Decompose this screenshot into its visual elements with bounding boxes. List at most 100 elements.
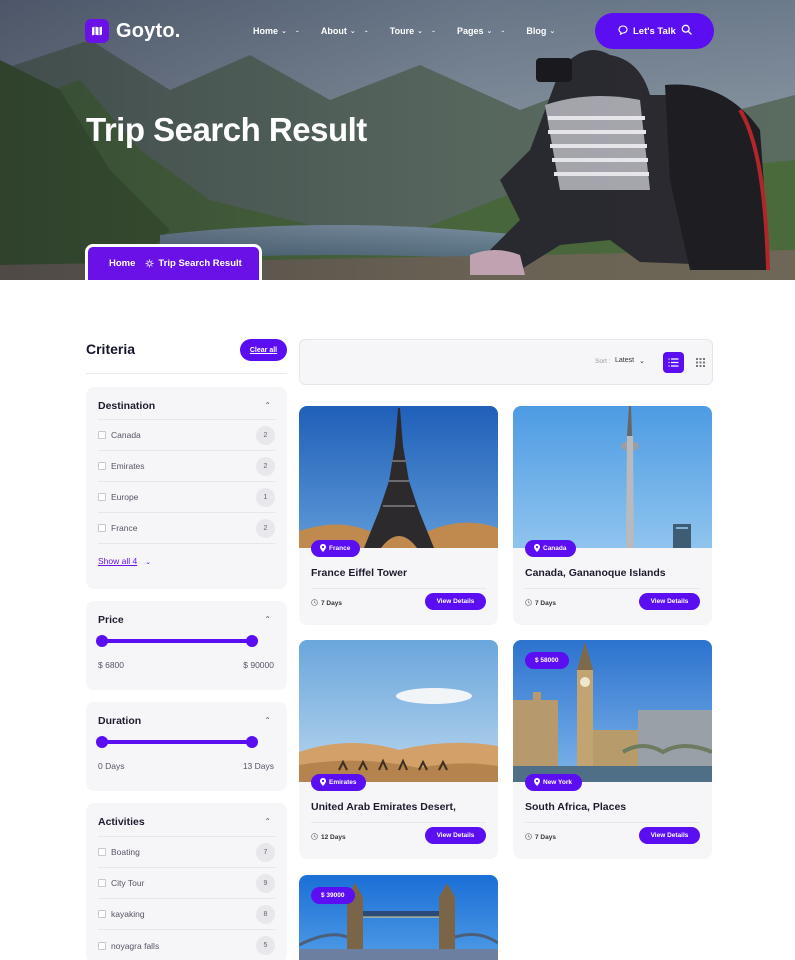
trip-title[interactable]: United Arab Emirates Desert, [311,801,456,813]
location-badge: Emirates [311,774,367,791]
breadcrumb-current: Trip Search Result [158,258,242,269]
clock-icon [525,833,532,842]
checkbox[interactable] [98,493,106,501]
nav-label: Toure [389,26,415,36]
option-label: Canada [111,430,141,440]
nav-home[interactable]: Home ⌄ - [253,26,299,36]
view-details-button[interactable]: View Details [425,827,486,844]
trip-card[interactable]: Canada Canada, Gananoque Islands 7 Days … [513,406,712,625]
checkbox[interactable] [98,524,106,532]
location-label: France [329,545,351,552]
map-icon [85,19,109,43]
duration-slider[interactable] [96,736,258,748]
chevron-up-icon[interactable]: ⌃ [264,401,271,410]
slider-handle-min[interactable] [96,736,108,748]
nav-toure[interactable]: Toure ⌄ - [390,26,435,36]
destination-filter: Destination ⌃ Canada 2 Emirates 2 Europe… [86,387,287,589]
grid-view-button[interactable] [693,355,707,369]
sort-label: Sort : [595,358,611,365]
chevron-down-icon: ⌄ [281,28,287,35]
option-count: 2 [256,518,275,538]
lets-talk-button[interactable]: Let's Talk [595,13,714,49]
chevron-up-icon[interactable]: ⌃ [264,716,271,725]
duration-max: 13 Days [242,761,274,771]
brand-logo[interactable]: Goyto. [85,19,181,43]
chevron-up-icon[interactable]: ⌃ [264,817,271,826]
checkbox[interactable] [98,941,106,950]
destination-option[interactable]: Europe 1 [98,482,275,513]
nav-label: Home [253,26,279,36]
nav-label: Pages [456,26,484,36]
trip-photo-cn-tower [513,406,712,548]
activity-option[interactable]: Boating 7 [98,837,275,868]
chevron-down-icon: ⌄ [145,559,152,566]
trip-title[interactable]: Canada, Gananoque Islands [525,567,666,579]
list-icon [668,358,679,367]
checkbox[interactable] [98,462,106,470]
trip-duration: 12 Days [311,833,346,842]
view-details-button[interactable]: View Details [639,593,700,610]
checkbox[interactable] [98,879,106,887]
chevron-down-icon: ⌄ [486,28,493,35]
nav-blog[interactable]: Blog ⌄ [526,26,555,36]
slider-handle-min[interactable] [96,635,108,647]
activity-option[interactable]: City Tour 9 [98,868,275,899]
destination-option[interactable]: Canada 2 [98,420,275,451]
trip-card[interactable]: $ 58000 New York South Africa, Places 7 … [513,640,712,859]
view-details-button[interactable]: View Details [425,593,486,610]
activity-option[interactable]: kayaking 8 [98,899,275,930]
breadcrumb-home[interactable]: Home [109,258,135,269]
clock-icon [311,599,318,608]
duration-label: 7 Days [535,834,556,841]
duration-label: 7 Days [321,600,342,607]
chevron-up-icon[interactable]: ⌃ [264,615,271,624]
option-label: Emirates [111,461,145,471]
slider-handle-max[interactable] [246,635,258,647]
price-badge: $ 58000 [525,652,569,669]
chevron-down-icon[interactable]: ⌄ [639,357,645,365]
sort-select[interactable]: Latest [615,357,634,364]
option-count: 2 [256,456,275,476]
trip-title[interactable]: France Eiffel Tower [311,567,407,579]
trip-duration: 7 Days [525,599,556,608]
divider [525,822,700,823]
checkbox[interactable] [98,431,106,439]
trip-duration: 7 Days [311,599,342,608]
grid-icon [695,357,705,367]
trip-title[interactable]: South Africa, Places [525,801,626,813]
show-all-link[interactable]: Show all 4 ⌄ [98,556,151,566]
nav-about[interactable]: About ⌄ - [321,26,368,36]
duration-label: 7 Days [535,600,556,607]
price-slider[interactable] [96,635,258,647]
view-details-button[interactable]: View Details [639,827,700,844]
location-badge: New York [525,774,583,791]
divider [86,373,287,374]
slider-handle-max[interactable] [246,736,258,748]
option-count: 1 [256,487,275,507]
price-badge: $ 39000 [311,887,355,904]
trip-card[interactable]: Emirates United Arab Emirates Desert, 12… [299,640,498,859]
filter-title: Duration [98,715,142,727]
location-badge: France [311,540,361,557]
clear-all-button[interactable]: Clear all [240,339,287,361]
trip-card[interactable]: $ 39000 [299,875,498,960]
map-pin-icon [320,777,326,788]
price-max: $ 90000 [243,660,274,670]
option-count: 8 [256,904,275,924]
destination-option[interactable]: France 2 [98,513,275,544]
price-filter: Price ⌃ $ 6800 $ 90000 [86,601,287,690]
activity-option[interactable]: noyagra falls 5 [98,930,275,960]
checkbox[interactable] [98,848,106,856]
search-icon[interactable] [681,24,692,38]
location-label: Emirates [329,779,357,786]
checkbox[interactable] [98,910,106,918]
location-badge: Canada [525,540,577,557]
trip-card[interactable]: France France Eiffel Tower 7 Days View D… [299,406,498,625]
nav-pages[interactable]: Pages ⌄ - [457,26,504,36]
filter-title: Destination [98,400,156,412]
option-count: 7 [256,842,275,862]
destination-option[interactable]: Emirates 2 [98,451,275,482]
list-view-button[interactable] [663,352,684,373]
trip-photo-desert [299,640,498,782]
chevron-down-icon: ⌄ [417,28,423,35]
